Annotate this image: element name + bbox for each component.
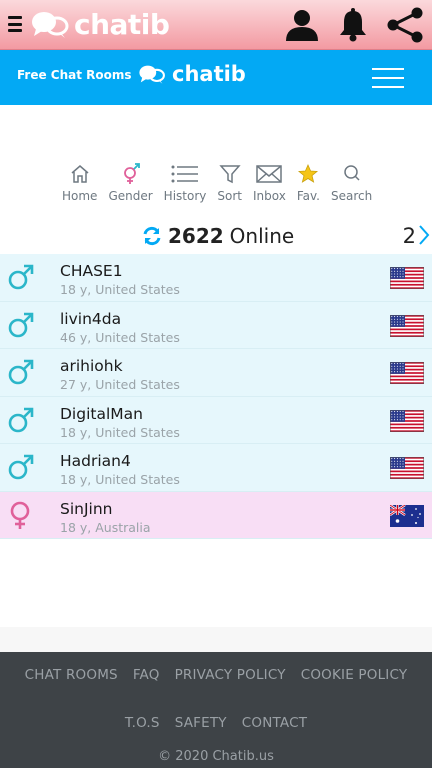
male-gender-icon <box>8 311 34 343</box>
user-list: CHASE1 18 y, United States livin4da 46 y, U… <box>0 254 432 539</box>
us-flag-icon <box>390 267 424 289</box>
filter-icon <box>219 165 241 184</box>
user-name: SinJinn <box>60 499 113 518</box>
footer-links-primary: CHAT ROOMS FAQ PRIVACY POLICY COOKIE POL… <box>0 667 432 683</box>
online-status: 2622 Online 2 <box>0 222 432 250</box>
user-meta: 18 y, United States <box>60 472 180 487</box>
toolbar-label: Sort <box>217 189 242 203</box>
user-row[interactable]: livin4da 46 y, United States <box>0 301 432 349</box>
footer-link-tos[interactable]: T.O.S <box>125 715 160 731</box>
footer-link-cookie-policy[interactable]: COOKIE POLICY <box>301 667 408 683</box>
footer-spacer <box>0 627 432 652</box>
nav-brand-name: chatib <box>172 62 246 86</box>
search-icon <box>343 165 360 181</box>
footer-link-chat-rooms[interactable]: CHAT ROOMS <box>25 667 118 683</box>
hamburger-menu-icon[interactable] <box>8 16 22 32</box>
refresh-icon[interactable] <box>142 226 162 246</box>
inbox-icon <box>256 165 283 183</box>
chat-bubble-icon <box>139 65 165 84</box>
chat-bubble-icon <box>32 12 69 38</box>
female-gender-icon <box>8 501 34 535</box>
brand-name: chatib <box>74 7 170 41</box>
filter-toolbar: Home Gender History Sort Inbox Fav. Sear… <box>62 163 383 203</box>
gender-icon <box>123 163 140 184</box>
australia-flag-icon <box>389 503 424 527</box>
toolbar-favorites[interactable]: Fav. <box>297 163 320 203</box>
share-icon[interactable] <box>386 7 424 43</box>
user-name: CHASE1 <box>60 262 123 280</box>
page-number[interactable]: 2 <box>403 222 416 250</box>
toolbar-search[interactable]: Search <box>331 163 372 203</box>
user-row[interactable]: DigitalMan 18 y, United States <box>0 396 432 444</box>
user-meta: 27 y, United States <box>60 377 180 392</box>
us-flag-icon <box>390 457 424 479</box>
toolbar-label: Search <box>330 189 373 203</box>
toolbar-label: History <box>163 189 207 203</box>
footer-link-contact[interactable]: CONTACT <box>242 715 307 731</box>
nav-tagline[interactable]: Free Chat Rooms <box>17 68 132 82</box>
nav-brand-logo[interactable]: chatib <box>138 62 246 86</box>
toolbar-label: Home <box>62 189 98 203</box>
footer-link-faq[interactable]: FAQ <box>133 667 160 683</box>
male-gender-icon <box>8 406 34 438</box>
user-row[interactable]: SinJinn 18 y, Australia <box>0 491 432 539</box>
nav-menu-icon[interactable] <box>372 68 404 88</box>
online-label: Online <box>229 224 295 248</box>
user-meta: 18 y, United States <box>60 282 180 297</box>
toolbar-history[interactable]: History <box>163 163 207 203</box>
home-icon <box>71 165 89 183</box>
bell-icon[interactable] <box>338 8 368 42</box>
user-row[interactable]: Hadrian4 18 y, United States <box>0 444 432 492</box>
user-meta: 18 y, United States <box>60 424 180 440</box>
toolbar-label: Gender <box>108 189 153 203</box>
user-name: livin4da <box>60 309 122 328</box>
brand-logo[interactable]: chatib <box>30 6 170 42</box>
male-gender-icon <box>8 263 34 295</box>
toolbar-sort[interactable]: Sort <box>217 163 242 203</box>
male-gender-icon <box>8 358 34 390</box>
online-count: 2622 <box>168 224 224 248</box>
copyright: © 2020 Chatib.us <box>158 749 274 764</box>
toolbar-label: Inbox <box>252 189 286 203</box>
user-row[interactable]: arihiohk 27 y, United States <box>0 349 432 397</box>
chevron-right-icon[interactable] <box>418 224 430 246</box>
toolbar-gender[interactable]: Gender <box>108 163 153 203</box>
toolbar-label: Fav. <box>296 189 320 203</box>
user-row[interactable]: CHASE1 18 y, United States <box>0 254 432 302</box>
user-meta: 18 y, Australia <box>60 519 151 535</box>
us-flag-icon <box>390 314 424 337</box>
toolbar-inbox[interactable]: Inbox <box>253 163 286 203</box>
male-gender-icon <box>8 453 34 485</box>
footer-link-privacy-policy[interactable]: PRIVACY POLICY <box>175 667 286 683</box>
top-app-bar: chatib <box>0 0 432 50</box>
footer-link-safety[interactable]: SAFETY <box>175 715 227 731</box>
user-name: Hadrian4 <box>60 452 131 470</box>
us-flag-icon <box>390 409 424 432</box>
star-icon <box>298 163 319 183</box>
footer: CHAT ROOMS FAQ PRIVACY POLICY COOKIE POL… <box>0 652 432 768</box>
history-icon <box>171 165 199 183</box>
user-name: arihiohk <box>60 357 123 375</box>
footer-links-secondary: T.O.S SAFETY CONTACT <box>0 715 432 731</box>
user-icon[interactable] <box>284 8 320 42</box>
nav-bar: Free Chat Rooms chatib <box>0 50 432 105</box>
user-meta: 46 y, United States <box>60 329 180 345</box>
toolbar-home[interactable]: Home <box>62 163 97 203</box>
us-flag-icon <box>390 362 424 384</box>
user-name: DigitalMan <box>60 404 143 423</box>
